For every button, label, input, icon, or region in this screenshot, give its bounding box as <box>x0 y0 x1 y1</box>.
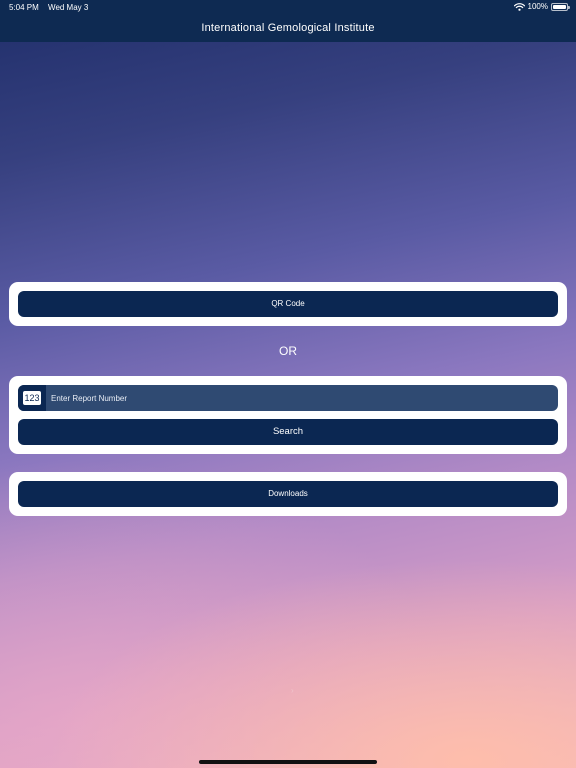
search-button[interactable]: Search <box>18 419 558 445</box>
battery-percent: 100% <box>527 2 548 11</box>
qr-code-button[interactable]: QR Code <box>18 291 558 317</box>
number-pad-icon: 123 <box>23 391 41 405</box>
qr-card: QR Code <box>9 282 567 326</box>
status-right: 100% <box>513 2 570 11</box>
report-number-field[interactable]: 123 <box>18 385 558 411</box>
battery-fill <box>553 4 566 9</box>
status-date: Wed May 3 <box>48 3 89 12</box>
downloads-card: Downloads <box>9 472 567 516</box>
search-card: 123 Search <box>9 376 567 454</box>
report-number-input[interactable] <box>51 385 551 411</box>
wifi-icon <box>513 2 525 11</box>
page-title: International Gemological Institute <box>201 22 375 34</box>
field-icon-box: 123 <box>18 385 46 411</box>
battery-icon <box>551 2 570 11</box>
or-divider-label: OR <box>279 344 297 358</box>
home-indicator[interactable] <box>199 760 377 764</box>
navigation-bar: International Gemological Institute <box>0 14 576 42</box>
status-left: 5:04 PM Wed May 3 <box>9 3 95 12</box>
downloads-button[interactable]: Downloads <box>18 481 558 507</box>
status-time: 5:04 PM <box>9 3 39 12</box>
chevron-right-icon: › <box>291 686 294 695</box>
status-bar: 5:04 PM Wed May 3 100% <box>0 0 576 14</box>
